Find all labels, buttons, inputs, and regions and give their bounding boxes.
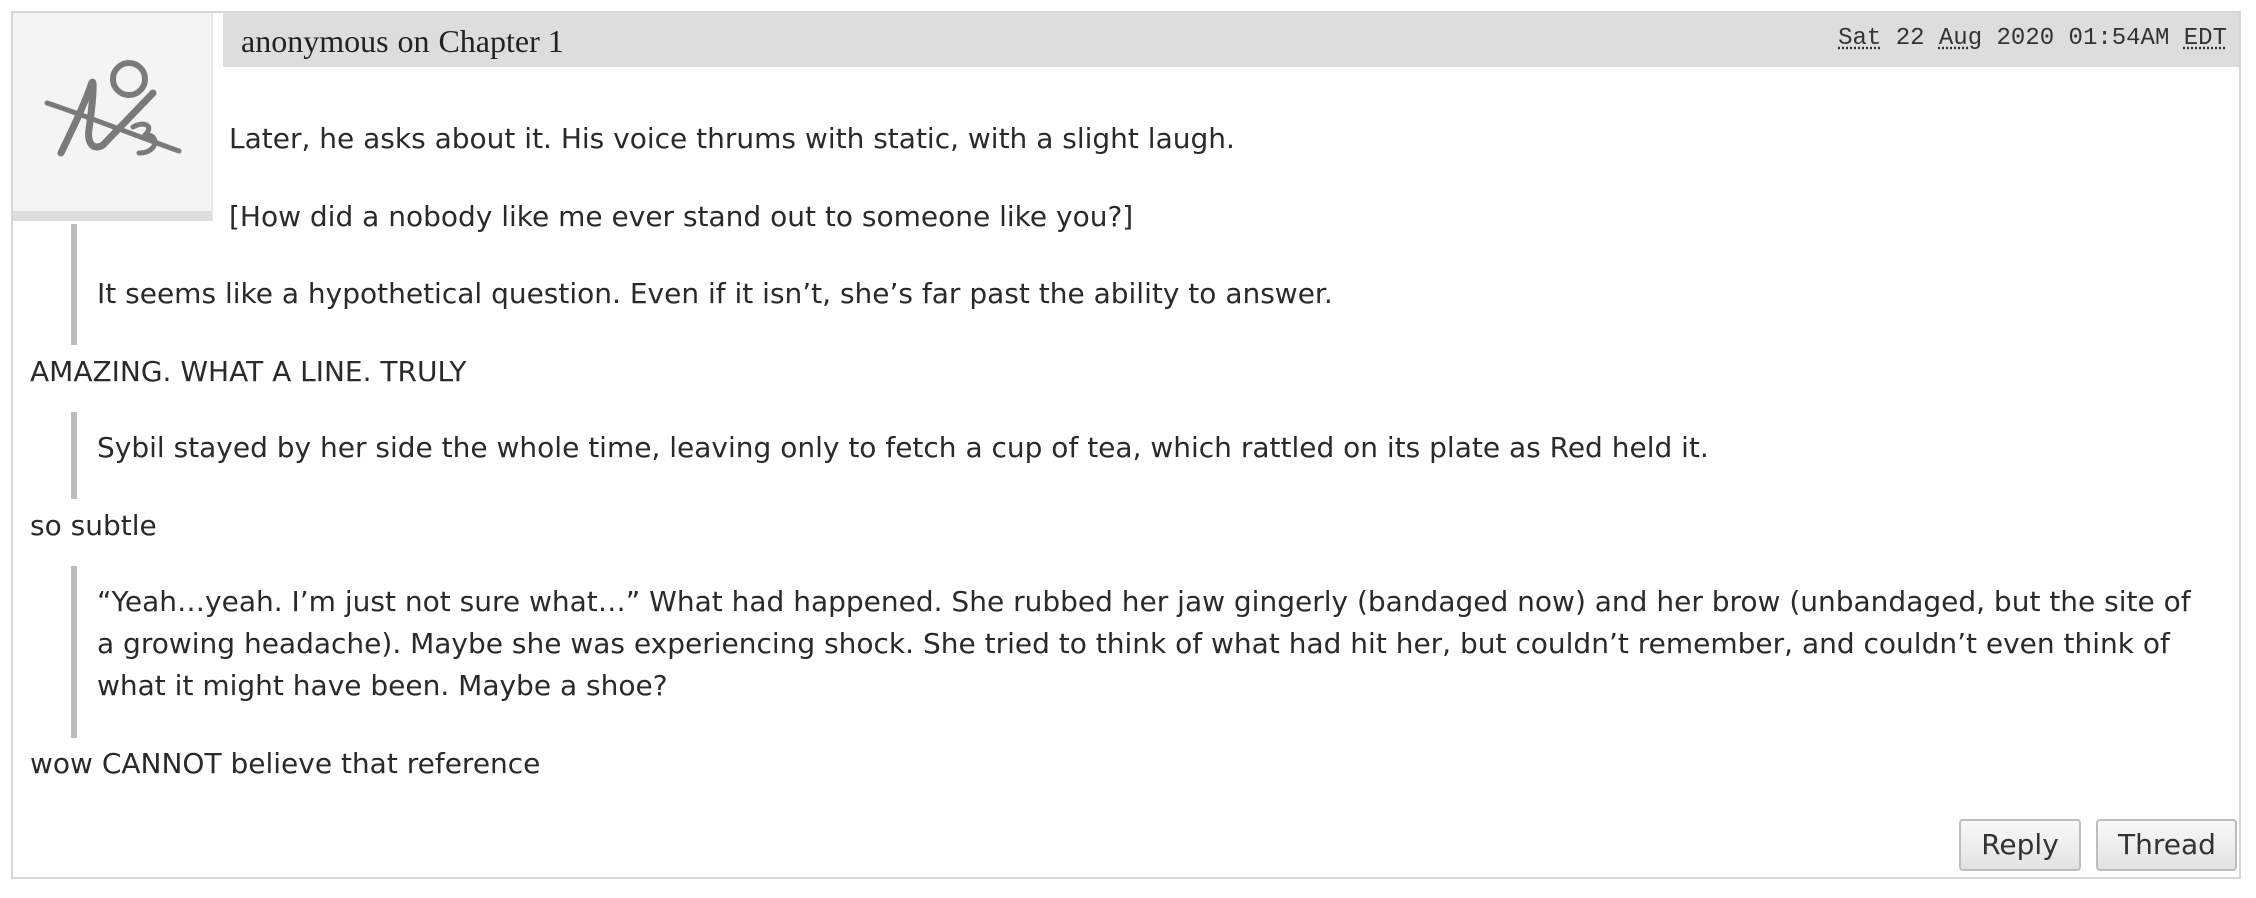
timestamp-month: Aug <box>1938 25 1983 52</box>
blockquote: “Yeah…yeah. I’m just not sure what…” Wha… <box>71 566 2211 738</box>
comment-box: anonymous on Chapter 1 Sat 22 Aug 2020 01:… <box>11 11 2241 879</box>
thread-button[interactable]: Thread <box>2096 819 2237 871</box>
byline-separator: on <box>397 23 430 59</box>
quote-text: “Yeah…yeah. I’m just not sure what…” Wha… <box>97 585 2191 702</box>
reply-button[interactable]: Reply <box>1959 819 2081 871</box>
blockquote: It seems like a hypothetical question. E… <box>71 224 2211 345</box>
quote-text: Sybil stayed by her side the whole time,… <box>97 431 1709 464</box>
blockquote: Sybil stayed by her side the whole time,… <box>71 412 2211 499</box>
chapter-link[interactable]: Chapter 1 <box>438 23 563 59</box>
timestamp-year: 2020 <box>1996 25 2055 52</box>
timestamp-time: 01:54AM <box>2068 25 2170 52</box>
timestamp-date: 22 <box>1895 25 1925 52</box>
comment-header: anonymous on Chapter 1 Sat 22 Aug 2020 01:… <box>223 13 2239 67</box>
timestamp-timezone: EDT <box>2183 25 2227 52</box>
byline: anonymous on Chapter 1 <box>241 23 564 60</box>
avatar <box>13 13 213 221</box>
reaction-text: AMAZING. WHAT A LINE. TRULY <box>30 355 467 388</box>
timestamp-day: Sat <box>1838 25 1882 52</box>
quote-text: It seems like a hypothetical question. E… <box>97 277 1333 310</box>
comment-paragraph: Later, he asks about it. His voice thrum… <box>229 122 1235 155</box>
author-name[interactable]: anonymous <box>241 23 389 59</box>
comment-timestamp: Sat 22 Aug 2020 01:54AM EDT <box>1838 25 2227 52</box>
reaction-text: wow CANNOT believe that reference <box>30 747 541 780</box>
broken-image-placeholder-icon <box>44 60 182 157</box>
reaction-text: so subtle <box>30 509 157 542</box>
